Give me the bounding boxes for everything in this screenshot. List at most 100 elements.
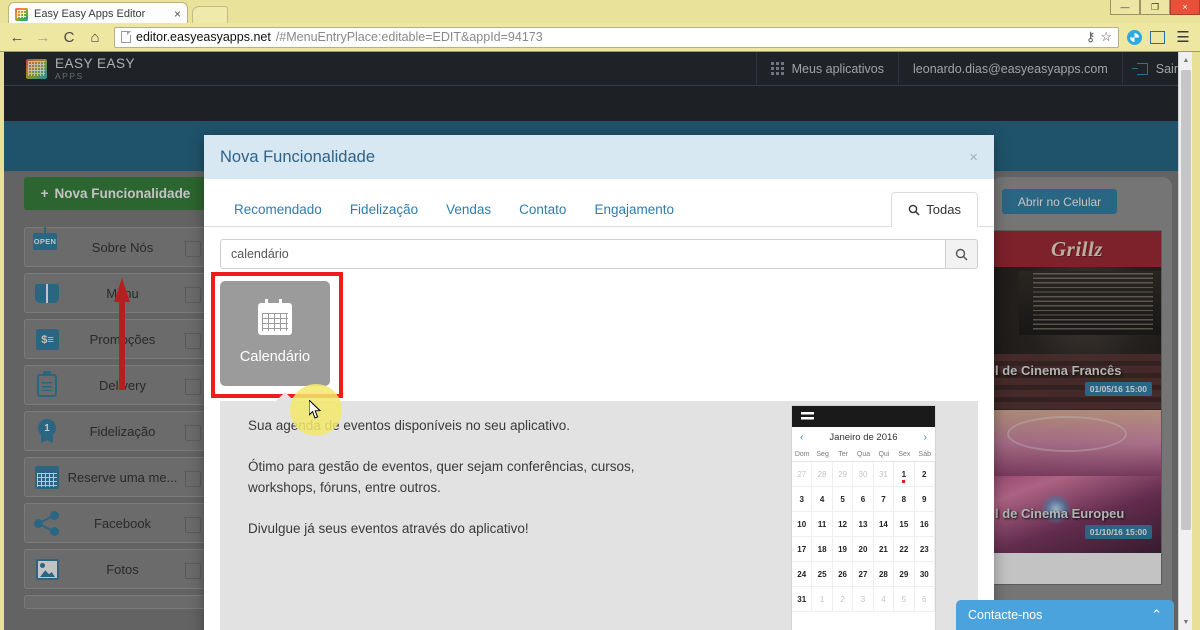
browser-tab-title: Easy Easy Apps Editor [34,8,168,20]
calendar-day-cell[interactable]: 31 [874,462,894,487]
calendar-grid: 2728293031123456789101112131415161718192… [792,462,935,612]
favicon-icon [15,8,28,21]
description-paragraph-3: Divulgue já seus eventos através do apli… [248,518,678,539]
forward-icon[interactable]: → [32,26,54,48]
scroll-up-icon[interactable]: ▲ [1179,52,1192,68]
tab-contato[interactable]: Contato [505,193,580,226]
event-dot-icon [902,480,905,483]
calendar-day-cell[interactable]: 1 [812,587,832,612]
cast-icon[interactable] [1146,26,1168,48]
url-host: editor.easyeasyapps.net [136,30,271,44]
calendar-month-label: Janeiro de 2016 [803,432,923,443]
calendar-day-cell[interactable]: 14 [874,512,894,537]
calendar-day-cell[interactable]: 23 [915,537,935,562]
browser-tab[interactable]: Easy Easy Apps Editor × [8,2,188,25]
web-page: EASY EASY APPS Meus aplicativos leonardo… [4,52,1192,630]
feature-card-calendario[interactable]: Calendário [220,281,330,386]
search-results: Calendário [220,281,978,391]
back-icon[interactable]: ← [6,26,28,48]
calendar-day-cell[interactable]: 30 [915,562,935,587]
calendar-day-cell[interactable]: 11 [812,512,832,537]
calendar-day-cell[interactable]: 7 [874,487,894,512]
browser-toolbar: ← → C ⌂ editor.easyeasyapps.net /#MenuEn… [0,23,1200,52]
url-path: /#MenuEntryPlace:editable=EDIT&appId=941… [276,30,543,44]
calendar-day-cell[interactable]: 3 [792,487,812,512]
address-bar[interactable]: editor.easyeasyapps.net /#MenuEntryPlace… [114,27,1119,48]
calendar-day-cell[interactable]: 2 [915,462,935,487]
calendar-day-cell[interactable]: 27 [792,462,812,487]
calendar-day-name: Qua [853,451,873,458]
calendar-day-name: Dom [792,451,812,458]
calendar-day-cell[interactable]: 10 [792,512,812,537]
calendar-day-cell[interactable]: 17 [792,537,812,562]
calendar-day-cell[interactable]: 24 [792,562,812,587]
calendar-day-cell[interactable]: 28 [812,462,832,487]
calendar-day-cell[interactable]: 16 [915,512,935,537]
calendar-day-cell[interactable]: 18 [812,537,832,562]
calendar-day-name: Sex [894,451,914,458]
calendar-day-cell[interactable]: 21 [874,537,894,562]
calendar-day-cell[interactable]: 5 [894,587,914,612]
calendar-day-cell[interactable]: 5 [833,487,853,512]
calendar-day-cell[interactable]: 30 [853,462,873,487]
home-icon[interactable]: ⌂ [84,26,106,48]
hamburger-icon[interactable] [801,412,814,422]
calendar-day-cell[interactable]: 12 [833,512,853,537]
calendar-day-cell[interactable]: 4 [812,487,832,512]
calendar-day-cell[interactable]: 29 [833,462,853,487]
minimize-button[interactable]: — [1110,0,1140,15]
key-icon[interactable]: ⚷ [1086,29,1096,45]
feature-description: Sua agenda de eventos disponíveis no seu… [248,415,678,559]
page-scrollbar[interactable]: ▲ ▼ [1178,52,1192,630]
chevron-up-icon[interactable]: ⌃ [1151,607,1162,623]
contact-widget[interactable]: Contacte-nos ⌃ [956,600,1174,630]
extension-icon[interactable] [1127,30,1142,45]
calendar-day-cell[interactable]: 15 [894,512,914,537]
calendar-day-cell[interactable]: 2 [833,587,853,612]
bookmark-star-icon[interactable]: ☆ [1100,29,1112,45]
search-input[interactable]: calendário [220,239,945,269]
calendar-day-cell[interactable]: 13 [853,512,873,537]
next-month-icon[interactable]: › [924,432,927,443]
tab-recomendado[interactable]: Recomendado [220,193,336,226]
modal-title: Nova Funcionalidade [220,148,375,167]
calendar-day-cell[interactable]: 26 [833,562,853,587]
window-controls: — ❐ × [1110,0,1200,15]
calendar-day-cell[interactable]: 6 [853,487,873,512]
calendar-day-cell[interactable]: 27 [853,562,873,587]
tab-vendas[interactable]: Vendas [432,193,505,226]
search-button[interactable] [945,239,978,269]
contact-widget-label: Contacte-nos [968,608,1042,622]
tab-todas-label: Todas [926,202,961,217]
calendar-day-cell[interactable]: 20 [853,537,873,562]
tab-todas[interactable]: Todas [891,192,978,227]
maximize-button[interactable]: ❐ [1140,0,1170,15]
calendar-day-cell[interactable]: 31 [792,587,812,612]
calendar-day-cell[interactable]: 29 [894,562,914,587]
search-row: calendário [220,239,978,269]
browser-tabstrip: Easy Easy Apps Editor × — ❐ × [0,0,1200,23]
calendar-day-cell[interactable]: 9 [915,487,935,512]
reload-icon[interactable]: C [58,26,80,48]
calendar-day-cell[interactable]: 3 [853,587,873,612]
calendar-day-cell[interactable]: 1 [894,462,914,487]
calendar-day-cell[interactable]: 19 [833,537,853,562]
search-icon [908,204,920,216]
calendar-day-cell[interactable]: 28 [874,562,894,587]
calendar-day-cell[interactable]: 22 [894,537,914,562]
description-paragraph-2: Ótimo para gestão de eventos, quer sejam… [248,456,678,498]
calendar-day-cell[interactable]: 4 [874,587,894,612]
tab-engajamento[interactable]: Engajamento [580,193,688,226]
calendar-day-name: Sáb [915,451,935,458]
scrollbar-thumb[interactable] [1181,70,1191,530]
tab-fidelizacao[interactable]: Fidelização [336,193,432,226]
close-icon[interactable]: × [969,149,978,166]
close-icon[interactable]: × [174,8,181,20]
browser-menu-icon[interactable]: ☰ [1172,26,1194,48]
calendar-day-cell[interactable]: 6 [915,587,935,612]
calendar-day-cell[interactable]: 25 [812,562,832,587]
calendar-day-cell[interactable]: 8 [894,487,914,512]
window-close-button[interactable]: × [1170,0,1200,15]
scroll-down-icon[interactable]: ▼ [1179,614,1192,630]
feature-detail-panel: Sua agenda de eventos disponíveis no seu… [220,401,978,630]
